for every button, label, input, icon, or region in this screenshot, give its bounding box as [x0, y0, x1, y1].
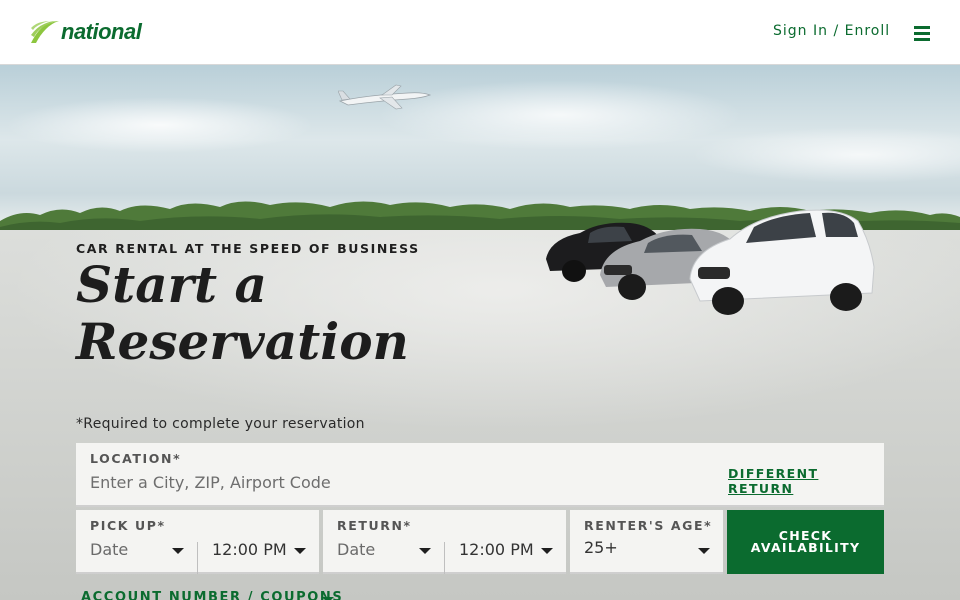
check-availability-button[interactable]: CHECK AVAILABILITY: [727, 510, 884, 574]
renter-age-value: 25+: [584, 538, 618, 557]
page-title: Start a Reservation: [76, 256, 436, 370]
pickup-time-select[interactable]: 12:00 PM: [198, 534, 319, 570]
pickup-date-value: Date: [90, 540, 129, 559]
renter-age-select[interactable]: RENTER'S AGE* 25+: [570, 510, 723, 574]
hero-tagline: CAR RENTAL AT THE SPEED OF BUSINESS: [76, 241, 420, 256]
pickup-date-select[interactable]: Date: [76, 534, 196, 570]
page-title-line1: Start a: [76, 255, 267, 314]
pickup-label: PICK UP*: [90, 518, 166, 533]
account-number-coupons-toggle[interactable]: ACCOUNT NUMBER / COUPONS: [81, 590, 343, 600]
chevron-down-icon: [698, 548, 710, 554]
location-input[interactable]: [90, 469, 690, 495]
pickup-field: PICK UP* Date 12:00 PM: [76, 510, 319, 574]
pickup-time-value: 12:00 PM: [212, 540, 287, 559]
sign-in-enroll-link[interactable]: Sign In / Enroll: [773, 23, 890, 39]
national-logo-icon: [30, 19, 60, 45]
site-header: national Sign In / Enroll: [0, 0, 960, 65]
check-availability-line2: AVAILABILITY: [750, 540, 861, 555]
cars-image: [540, 197, 880, 317]
chevron-down-icon: [294, 548, 306, 554]
chevron-down-icon: [172, 548, 184, 554]
airplane-image: [337, 81, 432, 111]
return-date-select[interactable]: Date: [323, 534, 443, 570]
return-field: RETURN* Date 12:00 PM: [323, 510, 566, 574]
page-title-line2: Reservation: [76, 312, 409, 371]
return-time-value: 12:00 PM: [459, 540, 534, 559]
different-return-link[interactable]: DIFFERENT RETURN: [728, 466, 884, 496]
required-note: *Required to complete your reservation: [76, 416, 365, 432]
renter-age-label: RENTER'S AGE*: [584, 518, 713, 533]
location-label: LOCATION*: [90, 451, 182, 466]
chevron-down-icon: [419, 548, 431, 554]
chevron-down-icon: [541, 548, 553, 554]
return-date-value: Date: [337, 540, 376, 559]
brand-name: national: [61, 19, 142, 44]
national-logo[interactable]: national: [30, 18, 142, 46]
return-label: RETURN*: [337, 518, 412, 533]
return-time-select[interactable]: 12:00 PM: [445, 534, 566, 570]
location-field[interactable]: LOCATION* DIFFERENT RETURN: [76, 443, 884, 507]
hamburger-menu-icon[interactable]: [912, 25, 932, 41]
